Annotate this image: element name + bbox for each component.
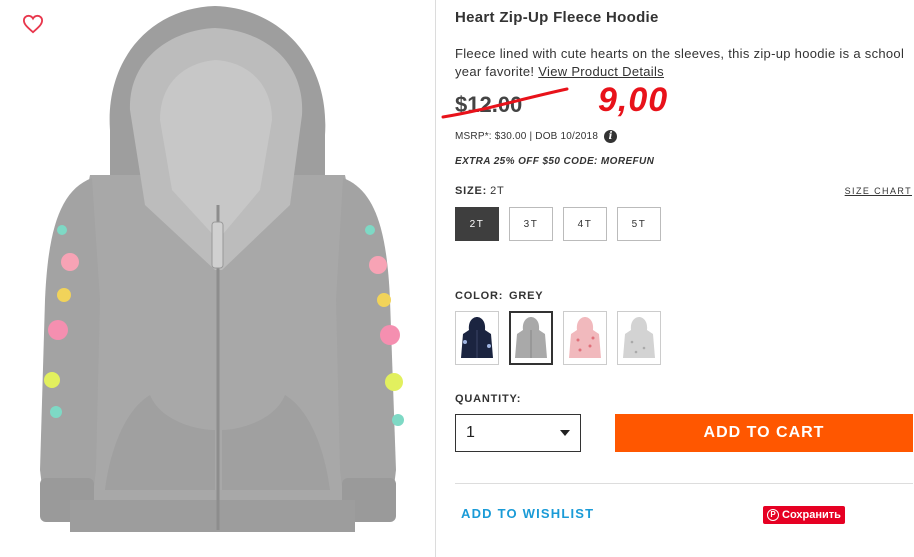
chevron-down-icon xyxy=(560,430,570,436)
quantity-label: QUANTITY: xyxy=(455,393,522,405)
color-selected-value: GREY xyxy=(509,290,544,302)
product-image xyxy=(40,6,404,532)
quantity-value: 1 xyxy=(466,424,475,441)
msrp-text: MSRP*: $30.00 | DOB 10/2018 xyxy=(455,131,599,142)
color-swatch-grey[interactable] xyxy=(509,311,553,365)
color-label: COLOR: GREY xyxy=(455,290,543,302)
pinterest-icon: P xyxy=(767,509,779,521)
msrp-info: MSRP*: $30.00 | DOB 10/2018 i xyxy=(455,130,618,143)
quantity-select[interactable]: 1 xyxy=(455,414,581,452)
product-info: Heart Zip-Up Fleece Hoodie Fleece lined … xyxy=(441,0,914,557)
swatch-grey-hoodie xyxy=(515,317,547,358)
promo-text: EXTRA 25% OFF $50 CODE: MOREFUN xyxy=(455,156,655,167)
info-icon[interactable]: i xyxy=(604,130,618,143)
add-to-wishlist-link[interactable]: ADD TO WISHLIST xyxy=(461,506,594,521)
color-swatch-light-grey[interactable] xyxy=(617,311,661,365)
size-selected-value: 2T xyxy=(490,185,505,197)
swatch-navy-hoodie xyxy=(461,317,493,358)
add-to-cart-button[interactable]: ADD TO CART xyxy=(615,414,913,452)
handwritten-new-price: 9,00 xyxy=(598,81,669,119)
swatch-light-grey-hoodie xyxy=(623,317,655,358)
pinterest-save-button[interactable]: P Сохранить xyxy=(763,506,845,524)
swatch-pink-hoodie xyxy=(569,317,601,358)
color-label-text: COLOR: xyxy=(455,290,504,302)
size-label: SIZE: 2T xyxy=(455,185,505,197)
size-option-4t[interactable]: 4T xyxy=(563,207,607,241)
size-option-3t[interactable]: 3T xyxy=(509,207,553,241)
product-title: Heart Zip-Up Fleece Hoodie xyxy=(455,9,659,26)
view-details-link[interactable]: View Product Details xyxy=(538,64,664,79)
color-swatch-pink[interactable] xyxy=(563,311,607,365)
color-swatch-navy[interactable] xyxy=(455,311,499,365)
size-option-2t[interactable]: 2T xyxy=(455,207,499,241)
description-text: Fleece lined with cute hearts on the sle… xyxy=(455,46,905,79)
pinterest-save-label: Сохранить xyxy=(782,509,841,521)
size-label-text: SIZE: xyxy=(455,185,488,197)
divider xyxy=(455,483,913,484)
product-image-panel xyxy=(0,0,436,557)
size-options: 2T 3T 4T 5T xyxy=(455,207,661,241)
product-description: Fleece lined with cute hearts on the sle… xyxy=(455,45,905,81)
color-swatches xyxy=(455,311,661,365)
size-chart-link[interactable]: SIZE CHART xyxy=(845,186,912,196)
price-strikethrough xyxy=(441,87,569,119)
size-option-5t[interactable]: 5T xyxy=(617,207,661,241)
